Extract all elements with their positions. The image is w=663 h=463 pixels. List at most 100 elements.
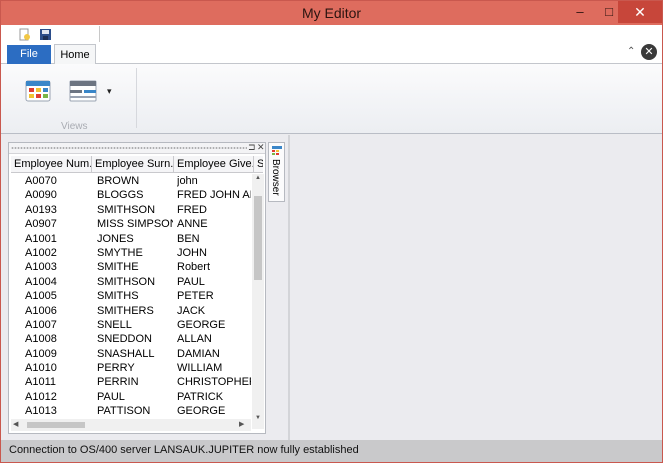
- table-row[interactable]: A1013 PATTISON GEORGE: [11, 404, 251, 417]
- table-row[interactable]: A0090 BLOGGS FRED JOHN AL...: [11, 188, 251, 202]
- cell-employee-number: A1008: [25, 333, 57, 346]
- cell-employee-number: A1013: [25, 405, 57, 417]
- cell-employee-number: A1004: [25, 275, 57, 288]
- scroll-up-icon[interactable]: ▲: [255, 175, 261, 181]
- cell-surname: SMITHS: [97, 290, 139, 303]
- cell-given-name: PETER: [177, 290, 214, 303]
- cell-surname: PAUL: [97, 390, 125, 403]
- cell-given-name: WILLIAM: [177, 362, 223, 375]
- cell-given-name: JACK: [177, 304, 206, 317]
- group-label-views: Views: [61, 121, 88, 132]
- cell-given-name: JOHN: [177, 246, 207, 259]
- grid-view-icon[interactable]: [25, 79, 51, 103]
- cell-given-name: ANNE: [177, 218, 208, 231]
- collapse-ribbon-icon[interactable]: ⌃: [627, 46, 635, 57]
- table-row[interactable]: A1011 PERRIN CHRISTOPHER: [11, 375, 251, 389]
- cell-given-name: CHRISTOPHER: [177, 376, 251, 389]
- title-bar[interactable]: My Editor – □ ✕: [1, 1, 662, 25]
- scroll-right-icon[interactable]: ▶: [239, 420, 244, 428]
- horizontal-scrollbar[interactable]: ◀ ▶: [11, 419, 251, 431]
- table-row[interactable]: A1005 SMITHS PETER: [11, 289, 251, 303]
- scroll-down-icon[interactable]: ▼: [255, 415, 261, 421]
- cell-given-name: DAMIAN: [177, 347, 220, 360]
- column-header-street[interactable]: St: [254, 156, 263, 172]
- cell-employee-number: A1001: [25, 232, 57, 245]
- cell-employee-number: A1010: [25, 362, 57, 375]
- tab-home[interactable]: Home: [54, 44, 96, 65]
- cell-surname: BLOGGS: [97, 189, 144, 202]
- cell-surname: SMITHE: [97, 261, 139, 274]
- table-row[interactable]: A1009 SNASHALL DAMIAN: [11, 347, 251, 361]
- cell-employee-number: A0090: [25, 189, 57, 202]
- table-row[interactable]: A1002 SMYTHE JOHN: [11, 246, 251, 260]
- pin-icon[interactable]: ⊐: [248, 142, 256, 153]
- cell-surname: JONES: [97, 232, 134, 245]
- cell-surname: PERRIN: [97, 376, 139, 389]
- panel-grip[interactable]: ⊐ ✕: [9, 142, 265, 154]
- table-row[interactable]: A1004 SMITHSON PAUL: [11, 275, 251, 289]
- browser-side-tab[interactable]: Browser: [268, 142, 285, 202]
- cell-surname: SMITHERS: [97, 304, 154, 317]
- cell-surname: SMITHSON: [97, 275, 156, 288]
- table-row[interactable]: A1007 SNELL GEORGE: [11, 318, 251, 332]
- column-header-employee-surname[interactable]: Employee Surn...: [92, 156, 174, 172]
- dropdown-arrow-icon[interactable]: ▾: [107, 87, 112, 97]
- scroll-left-icon[interactable]: ◀: [13, 420, 18, 428]
- work-area: ⊐ ✕ Employee Num... Employee Surn... Emp…: [1, 135, 662, 440]
- column-header-employee-given-name[interactable]: Employee Give...: [174, 156, 254, 172]
- cell-given-name: GEORGE: [177, 405, 226, 417]
- cell-given-name: Robert: [177, 261, 211, 274]
- status-bar: Connection to OS/400 server LANSAUK.JUPI…: [1, 440, 662, 462]
- toolbar-separator: [99, 26, 100, 42]
- vertical-scrollbar[interactable]: ▲ ▼: [252, 174, 264, 429]
- employee-browser-panel: ⊐ ✕ Employee Num... Employee Surn... Emp…: [8, 142, 266, 434]
- table-row[interactable]: A1003 SMITHE Robert: [11, 260, 251, 274]
- table-row[interactable]: A1001 JONES BEN: [11, 232, 251, 246]
- close-button[interactable]: ✕: [618, 1, 662, 23]
- table-row[interactable]: A0193 SMITHSON FRED: [11, 203, 251, 217]
- table-body: A0070 BROWN john A0090 BLOGGS FRED JOHN AL...…: [11, 174, 251, 417]
- new-file-icon[interactable]: [18, 28, 31, 41]
- cell-given-name: FRED JOHN AL...: [177, 189, 251, 202]
- vertical-scroll-thumb[interactable]: [254, 196, 262, 280]
- horizontal-scroll-thumb[interactable]: [27, 422, 85, 428]
- cell-employee-number: A1003: [25, 261, 57, 274]
- cell-surname: SNELL: [97, 318, 132, 331]
- cell-surname: SNEDDON: [97, 333, 153, 346]
- save-icon[interactable]: [39, 28, 52, 41]
- column-header-employee-number[interactable]: Employee Num...: [11, 156, 92, 172]
- cell-employee-number: A1007: [25, 318, 57, 331]
- minimize-button[interactable]: –: [566, 1, 594, 23]
- panel-close-icon[interactable]: ✕: [257, 142, 265, 153]
- cell-surname: MISS SIMPSON: [97, 218, 173, 231]
- ribbon-tab-row: File Home ⌃ ✕: [1, 43, 662, 65]
- layout-view-icon[interactable]: ▾: [69, 79, 117, 103]
- cell-given-name: ALLAN: [177, 333, 212, 346]
- table-row[interactable]: A1008 SNEDDON ALLAN: [11, 332, 251, 346]
- cell-employee-number: A0070: [25, 175, 57, 187]
- cell-given-name: PAUL: [177, 275, 205, 288]
- cell-employee-number: A1005: [25, 290, 57, 303]
- table-row[interactable]: A1012 PAUL PATRICK: [11, 390, 251, 404]
- table-row[interactable]: A0907 MISS SIMPSON ANNE: [11, 217, 251, 231]
- cell-surname: SMYTHE: [97, 246, 143, 259]
- cell-employee-number: A1009: [25, 347, 57, 360]
- cell-employee-number: A1002: [25, 246, 57, 259]
- cell-employee-number: A1011: [25, 376, 56, 389]
- browser-icon: [272, 146, 282, 155]
- table-row[interactable]: A1010 PERRY WILLIAM: [11, 361, 251, 375]
- table-row[interactable]: A1006 SMITHERS JACK: [11, 304, 251, 318]
- cell-employee-number: A0193: [25, 203, 57, 216]
- pane-splitter[interactable]: [288, 135, 290, 440]
- status-text: Connection to OS/400 server LANSAUK.JUPI…: [9, 444, 359, 456]
- side-tab-label: Browser: [270, 159, 281, 196]
- tab-file[interactable]: File: [7, 45, 51, 64]
- window-title: My Editor: [301, 5, 362, 21]
- close-document-icon[interactable]: ✕: [641, 44, 657, 60]
- cell-given-name: john: [177, 175, 198, 187]
- cell-employee-number: A1012: [25, 390, 57, 403]
- grip-dots: [11, 147, 247, 149]
- cell-given-name: FRED: [177, 203, 207, 216]
- table-header: Employee Num... Employee Surn... Employe…: [11, 156, 263, 173]
- table-row[interactable]: A0070 BROWN john: [11, 174, 251, 188]
